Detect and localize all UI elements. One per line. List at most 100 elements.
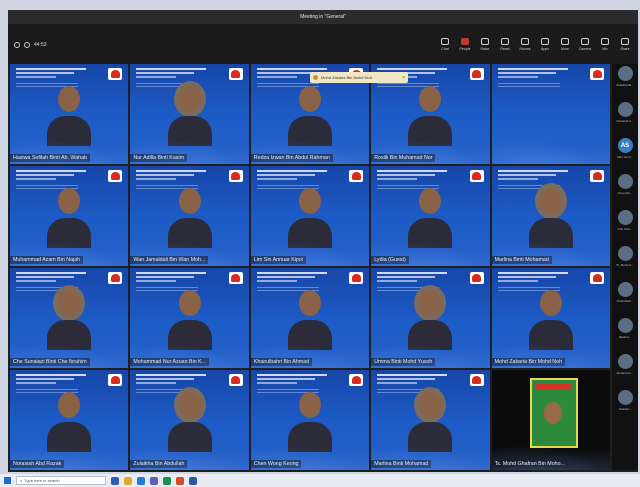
avatar (617, 282, 633, 297)
participant-tile[interactable]: Marlina Binti Mohamad (491, 166, 610, 266)
organization-logo (228, 68, 243, 80)
sidebar-participant[interactable]: Khairulbah... (614, 282, 636, 316)
sidebar-participant[interactable]: Che Khoi... (614, 210, 636, 244)
participant-name: Nur Adilla Binti Kasim (130, 154, 188, 162)
participant-tile[interactable]: Wan Jamaldali Bin Wan Moh... (130, 166, 249, 266)
participant-tile[interactable]: Ts. Mohd Ghafran Bin Moho... (491, 370, 610, 470)
participant-name: Khairulbahri Bin Ahmad (250, 358, 313, 366)
participant-name: Redza Izwan Bin Abdul Rahman (250, 154, 333, 162)
participant-video (408, 392, 453, 454)
file-explorer-icon[interactable] (124, 476, 132, 485)
toolbar-button[interactable]: Raise (476, 38, 494, 51)
organization-logo (590, 272, 604, 284)
task-view-icon[interactable] (111, 476, 119, 485)
toolbar-label: Chat (441, 47, 449, 51)
participant-video (408, 86, 453, 148)
sidebar-participant[interactable]: Zulaikha Bi... (614, 66, 636, 100)
participant-tile[interactable]: Umma Binti Mohd Yusoh (371, 268, 490, 368)
sidebar-participant[interactable]: Norasiah A... (614, 102, 636, 136)
taskbar-search[interactable]: ⌕ Type here to search (16, 476, 106, 485)
participant-name: Marlina Binti Mohamad (371, 460, 432, 468)
toolbar-button[interactable]: Chat (436, 38, 454, 51)
word-icon[interactable] (189, 476, 197, 485)
organization-logo (108, 272, 123, 284)
participant-tile[interactable]: Hasiwa Sofilah Binti Ab. Wahab (10, 64, 129, 164)
organization-logo (228, 272, 243, 284)
organization-logo (228, 374, 243, 386)
participant-video (167, 86, 212, 148)
participant-tile[interactable]: Chen Wong Keong (250, 370, 370, 470)
organization-logo (469, 272, 484, 284)
participant-tile[interactable]: Khairulbahri Bin Ahmad (250, 268, 370, 368)
participant-video (47, 188, 92, 250)
close-icon[interactable]: × (402, 75, 405, 81)
notification-toast[interactable]: Mohd Zakaria Bin Mohd Noh × (310, 72, 408, 83)
toolbar-icon (461, 38, 469, 45)
sidebar-participant[interactable]: AS Aller Ga S... (614, 138, 636, 172)
sidebar-participant-name: Zulaikha Bi... (616, 83, 634, 87)
toolbar-label: Camera (578, 47, 592, 51)
edge-icon[interactable] (137, 476, 145, 485)
participant-video (167, 290, 212, 352)
participant-tile[interactable]: Nur Adilla Binti Kasim (130, 64, 249, 164)
participant-name: Muhammad Azam Bin Najah (10, 256, 84, 264)
participant-video (47, 86, 92, 148)
teams-icon[interactable] (150, 476, 158, 485)
participant-tile[interactable] (491, 64, 610, 164)
sidebar-participant-name: Che Khoi... (617, 227, 633, 231)
toolbar-button[interactable]: Mic (596, 38, 614, 51)
sidebar-participant[interactable]: Marlina... (614, 318, 636, 352)
video-grid: Hasiwa Sofilah Binti Ab. Wahab Nur Adilla… (10, 64, 610, 470)
toolbar-label: React (500, 47, 510, 51)
participant-name: Mohammad Nur Azuan Bin K... (130, 358, 210, 366)
participant-video (287, 188, 332, 250)
windows-start-icon[interactable] (4, 477, 11, 484)
participant-tile[interactable]: Norasiah Abd Razak (10, 370, 129, 470)
toolbar-button[interactable]: Camera (576, 38, 594, 51)
meeting-timer-area: 44:53 (14, 42, 47, 48)
organization-logo (590, 170, 604, 182)
sidebar-participant[interactable]: Chen Wo... (614, 174, 636, 208)
participant-tile[interactable]: Marlina Binti Mohamad (371, 370, 490, 470)
powerpoint-icon[interactable] (176, 476, 184, 485)
sidebar-participant-name: Norasiah A... (616, 119, 634, 123)
organization-logo (108, 170, 123, 182)
toolbar-label: Rooms (519, 47, 531, 51)
toolbar-button[interactable]: People (456, 38, 474, 51)
sidebar-participant-name: Khairulbah... (616, 299, 634, 303)
toolbar-label: More (561, 47, 569, 51)
participant-tile[interactable]: Lydia (Guest) (371, 166, 490, 266)
avatar (617, 354, 633, 369)
shared-video (491, 370, 610, 470)
participant-tile[interactable]: Mohammad Nur Azuan Bin K... (130, 268, 249, 368)
participant-tile[interactable]: Mohd Zakaria Bin Mohd Noh (491, 268, 610, 368)
participant-tile[interactable]: Che Sunaiazi Binti Che Ibrahim (10, 268, 129, 368)
excel-icon[interactable] (163, 476, 171, 485)
participant-tile[interactable]: Lim Sin Annuar Kipoi (250, 166, 370, 266)
participant-video (47, 290, 92, 352)
sidebar-participant[interactable]: Muhamma... (614, 354, 636, 388)
participant-tile[interactable]: Zulaikha Bin Abdullah (130, 370, 249, 470)
participant-tile[interactable]: Muhammad Azam Bin Najah (10, 166, 129, 266)
toolbar-button[interactable]: Apps (536, 38, 554, 51)
participant-video (528, 290, 573, 352)
participant-name: Norasiah Abd Razak (10, 460, 65, 468)
sidebar-participant[interactable]: Hasiwa... (614, 390, 636, 424)
participant-name: Ts. Mohd Ghafran Bin Moho... (491, 460, 568, 468)
meeting-toolbar: 44:53 Chat People Raise React Rooms Apps More C… (8, 24, 638, 64)
avatar (617, 174, 633, 189)
toolbar-button[interactable]: Share (616, 38, 634, 51)
toolbar-button[interactable]: Rooms (516, 38, 534, 51)
toolbar-button[interactable]: More (556, 38, 574, 51)
toolbar-button[interactable]: React (496, 38, 514, 51)
toolbar-icon (581, 38, 589, 45)
toolbar-label: Raise (480, 47, 490, 51)
sidebar-participant-name: Marlina... (618, 335, 632, 339)
shield-icon (14, 42, 20, 48)
sidebar-participant[interactable]: Ts. Mohd G... (614, 246, 636, 280)
sidebar-participant-name: Ts. Mohd G... (616, 263, 634, 267)
participant-video (287, 392, 332, 454)
participant-video (287, 290, 332, 352)
organization-logo (349, 374, 364, 386)
toolbar-icon (541, 38, 549, 45)
